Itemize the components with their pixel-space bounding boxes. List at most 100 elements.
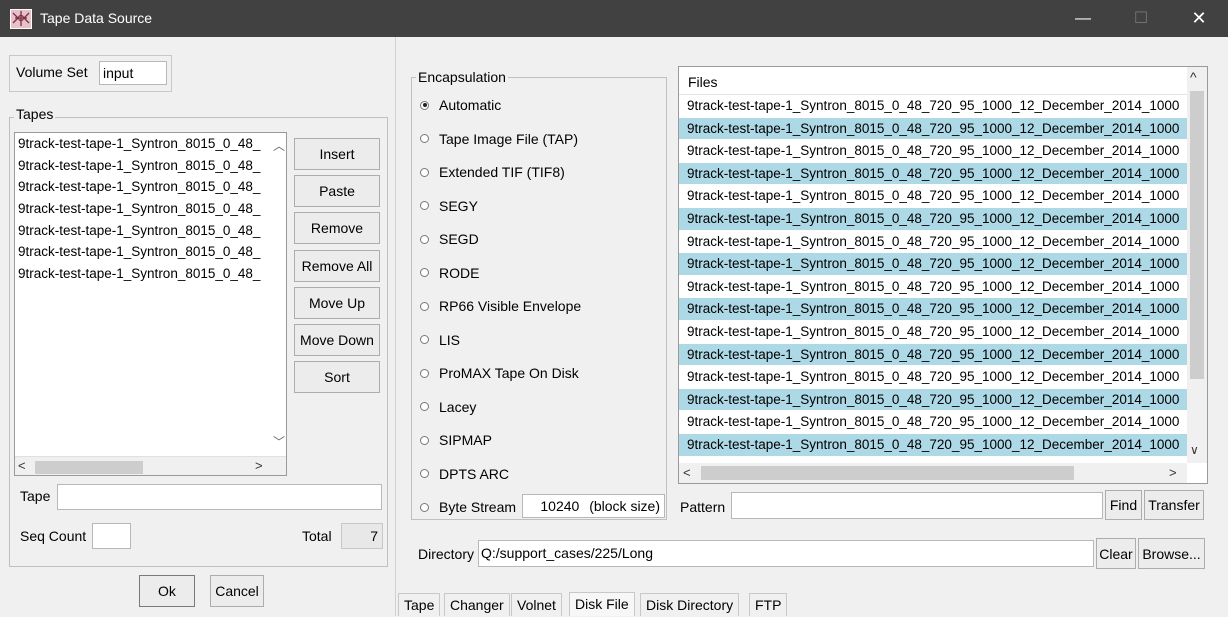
- radio-button-icon[interactable]: [420, 469, 429, 478]
- close-button[interactable]: ✕: [1176, 0, 1222, 37]
- tape-list-item[interactable]: 9track-test-tape-1_Syntron_8015_0_48_: [15, 198, 286, 220]
- directory-input[interactable]: Q:/support_cases/225/Long: [478, 540, 1094, 567]
- radio-button-icon[interactable]: [420, 201, 429, 210]
- encapsulation-option[interactable]: LIS: [418, 330, 460, 350]
- tab-disk-directory[interactable]: Disk Directory: [640, 593, 740, 616]
- tab-disk-file[interactable]: Disk File: [569, 592, 635, 616]
- total-value: 7: [341, 523, 383, 549]
- tape-list-item[interactable]: 9track-test-tape-1_Syntron_8015_0_48_: [15, 133, 286, 155]
- files-scroll-right-icon[interactable]: >: [1169, 465, 1177, 480]
- panel-divider: [395, 37, 396, 616]
- clear-button[interactable]: Clear: [1096, 538, 1136, 569]
- file-list-row[interactable]: 9track-test-tape-1_Syntron_8015_0_48_720…: [679, 276, 1189, 299]
- tape-list-item[interactable]: 9track-test-tape-1_Syntron_8015_0_48_: [15, 176, 286, 198]
- encapsulation-option-label: RODE: [439, 264, 480, 281]
- tape-list-item[interactable]: 9track-test-tape-1_Syntron_8015_0_48_: [15, 155, 286, 177]
- file-list-row[interactable]: 9track-test-tape-1_Syntron_8015_0_48_720…: [679, 366, 1189, 389]
- encapsulation-option[interactable]: RODE: [418, 263, 479, 283]
- files-scroll-down-icon[interactable]: ∨: [1190, 443, 1199, 457]
- volume-set-input[interactable]: input: [99, 61, 167, 85]
- file-list-row[interactable]: 9track-test-tape-1_Syntron_8015_0_48_720…: [679, 343, 1189, 367]
- radio-button-icon[interactable]: [420, 167, 429, 177]
- encapsulation-option[interactable]: SEGY: [418, 196, 478, 216]
- block-size-input[interactable]: 10240 (block size): [522, 494, 665, 518]
- files-hscroll-thumb[interactable]: [701, 466, 1074, 480]
- files-vscrollbar[interactable]: ^ ∨: [1187, 67, 1207, 463]
- file-list-row[interactable]: 9track-test-tape-1_Syntron_8015_0_48_720…: [679, 185, 1189, 208]
- paste-button[interactable]: Paste: [294, 175, 380, 208]
- tapes-scroll-right-icon[interactable]: >: [255, 458, 263, 473]
- radio-button-icon[interactable]: [420, 268, 429, 277]
- title-bar: Tape Data Source — ☐ ✕: [0, 0, 1228, 37]
- tab-ftp[interactable]: FTP: [749, 593, 788, 616]
- tapes-scroll-left-icon[interactable]: <: [18, 458, 26, 473]
- pattern-input[interactable]: [731, 492, 1103, 519]
- tape-list-item[interactable]: 9track-test-tape-1_Syntron_8015_0_48_: [15, 241, 286, 263]
- remove-button[interactable]: Remove: [294, 212, 380, 245]
- radio-button-icon[interactable]: [420, 368, 429, 378]
- radio-button-icon[interactable]: [420, 335, 429, 344]
- transfer-button[interactable]: Transfer: [1144, 490, 1204, 520]
- encapsulation-option[interactable]: Byte Stream: [418, 497, 516, 517]
- files-header-label: Files: [688, 74, 718, 90]
- maximize-button[interactable]: ☐: [1118, 0, 1164, 37]
- file-list-row[interactable]: 9track-test-tape-1_Syntron_8015_0_48_720…: [679, 140, 1189, 163]
- encapsulation-option[interactable]: DPTS ARC: [418, 464, 509, 484]
- files-scroll-up-icon[interactable]: ^: [1190, 69, 1197, 85]
- seq-count-input[interactable]: [92, 523, 131, 549]
- radio-button-icon[interactable]: [420, 402, 429, 411]
- encapsulation-option[interactable]: ProMAX Tape On Disk: [418, 363, 579, 383]
- encapsulation-option[interactable]: RP66 Visible Envelope: [418, 296, 581, 316]
- tapes-hscroll-thumb[interactable]: [35, 461, 143, 474]
- move-down-button[interactable]: Move Down: [294, 324, 380, 356]
- tapes-hscrollbar[interactable]: < >: [15, 456, 286, 475]
- tab-volnet[interactable]: Volnet: [511, 593, 562, 616]
- file-list-row[interactable]: 9track-test-tape-1_Syntron_8015_0_48_720…: [679, 253, 1189, 276]
- file-list-row[interactable]: 9track-test-tape-1_Syntron_8015_0_48_720…: [679, 117, 1189, 141]
- encapsulation-option-label: Extended TIF (TIF8): [439, 164, 565, 180]
- tape-input[interactable]: [57, 484, 382, 510]
- file-list-row[interactable]: 9track-test-tape-1_Syntron_8015_0_48_720…: [679, 411, 1189, 434]
- tape-list-item[interactable]: 9track-test-tape-1_Syntron_8015_0_48_: [15, 263, 286, 285]
- file-list-row[interactable]: 9track-test-tape-1_Syntron_8015_0_48_720…: [679, 388, 1189, 412]
- ok-button[interactable]: Ok: [139, 575, 195, 607]
- find-button[interactable]: Find: [1105, 490, 1142, 520]
- remove-all-button[interactable]: Remove All: [294, 249, 380, 282]
- files-hscrollbar[interactable]: < >: [679, 463, 1187, 483]
- tapes-scroll-up-icon[interactable]: ︿: [272, 137, 286, 154]
- encapsulation-option[interactable]: SIPMAP: [418, 430, 492, 450]
- tab-tape[interactable]: Tape: [398, 593, 441, 616]
- tab-changer[interactable]: Changer: [444, 593, 510, 616]
- tapes-scroll-down-icon[interactable]: ﹀: [272, 433, 286, 450]
- cancel-button[interactable]: Cancel: [210, 575, 264, 607]
- file-list-row[interactable]: 9track-test-tape-1_Syntron_8015_0_48_720…: [679, 162, 1189, 186]
- move-up-button[interactable]: Move Up: [294, 286, 380, 319]
- encapsulation-option[interactable]: Lacey: [418, 397, 476, 417]
- encapsulation-option[interactable]: Extended TIF (TIF8): [418, 162, 565, 182]
- encapsulation-option[interactable]: SEGD: [418, 229, 479, 249]
- file-list-row[interactable]: 9track-test-tape-1_Syntron_8015_0_48_720…: [679, 95, 1189, 118]
- file-list-row[interactable]: 9track-test-tape-1_Syntron_8015_0_48_720…: [679, 207, 1189, 231]
- encapsulation-option[interactable]: Tape Image File (TAP): [418, 129, 578, 149]
- insert-button[interactable]: Insert: [294, 138, 380, 170]
- minimize-button[interactable]: —: [1060, 0, 1106, 37]
- radio-button-icon[interactable]: [420, 234, 429, 244]
- sort-button[interactable]: Sort: [294, 361, 380, 394]
- encapsulation-option-label: Tape Image File (TAP): [439, 130, 579, 147]
- files-vscroll-thumb[interactable]: [1190, 91, 1204, 379]
- browse-button[interactable]: Browse...: [1138, 538, 1205, 569]
- file-list-row[interactable]: 9track-test-tape-1_Syntron_8015_0_48_720…: [679, 433, 1189, 457]
- encapsulation-option[interactable]: Automatic: [418, 95, 501, 115]
- file-list-row[interactable]: 9track-test-tape-1_Syntron_8015_0_48_720…: [679, 231, 1189, 254]
- files-scroll-left-icon[interactable]: <: [683, 465, 691, 480]
- radio-button-icon[interactable]: [420, 301, 429, 311]
- radio-button-icon[interactable]: [420, 134, 429, 143]
- tape-list-item[interactable]: 9track-test-tape-1_Syntron_8015_0_48_: [15, 220, 286, 242]
- radio-button-icon[interactable]: [420, 435, 429, 445]
- files-list[interactable]: Files 9track-test-tape-1_Syntron_8015_0_…: [678, 66, 1208, 484]
- file-list-row[interactable]: 9track-test-tape-1_Syntron_8015_0_48_720…: [679, 321, 1189, 344]
- tapes-list[interactable]: 9track-test-tape-1_Syntron_8015_0_48_ 9tr…: [14, 132, 287, 476]
- radio-button-icon[interactable]: [420, 502, 429, 512]
- file-list-row[interactable]: 9track-test-tape-1_Syntron_8015_0_48_720…: [679, 298, 1189, 321]
- radio-button-icon[interactable]: [420, 100, 429, 110]
